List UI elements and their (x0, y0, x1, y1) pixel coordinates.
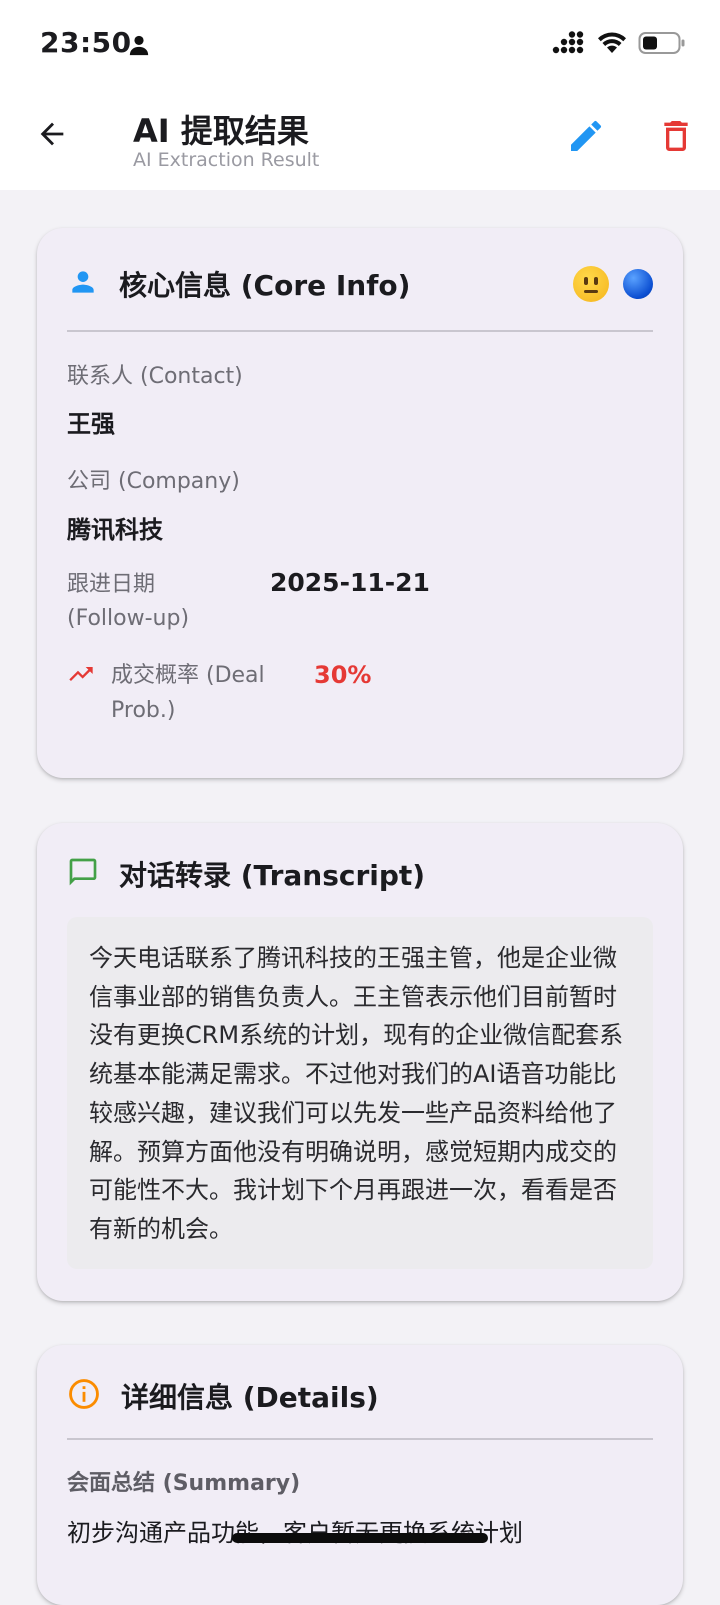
company-label: 公司 (Company) (67, 469, 240, 494)
cellular-signal-icon (552, 31, 586, 59)
status-time: 23:50 (40, 26, 132, 59)
followup-label-line1: 跟进日期 (67, 572, 156, 597)
divider (67, 330, 653, 332)
deal-prob-label-line1: 成交概率 (Deal (111, 663, 265, 688)
company-value: 腾讯科技 (67, 516, 163, 544)
followup-value: 2025-11-21 (270, 568, 430, 597)
neutral-face-icon (573, 266, 609, 302)
deal-prob-label: 成交概率 (Deal Prob.) (111, 658, 265, 728)
page-subtitle: AI Extraction Result (133, 149, 320, 171)
details-header: 详细信息 (Details) (67, 1376, 653, 1416)
info-icon (67, 1377, 101, 1415)
battery-icon (638, 30, 686, 60)
summary-label: 会面总结 (Summary) (67, 1471, 301, 1496)
chat-bubble-icon (67, 856, 99, 892)
status-bar: 23:50 (0, 0, 720, 92)
trending-up-icon (67, 660, 95, 692)
transcript-card: 对话转录 (Transcript) 今天电话联系了腾讯科技的王强主管，他是企业微… (37, 823, 683, 1301)
details-title: 详细信息 (Details) (121, 1381, 379, 1414)
transcript-box: 今天电话联系了腾讯科技的王强主管，他是企业微信事业部的销售负责人。王主管表示他们… (67, 917, 653, 1269)
person-icon (67, 266, 99, 302)
transcript-title: 对话转录 (Transcript) (119, 859, 426, 892)
back-button[interactable] (28, 112, 76, 160)
home-indicator[interactable] (232, 1533, 488, 1543)
transcript-text: 今天电话联系了腾讯科技的王强主管，他是企业微信事业部的销售负责人。王主管表示他们… (89, 944, 624, 1243)
page-title: AI 提取结果 (133, 112, 309, 150)
contact-value: 王强 (67, 410, 115, 438)
trash-icon (656, 116, 696, 160)
core-info-card: 核心信息 (Core Info) 联系人 (Contact) 王强 公司 (Co… (37, 228, 683, 778)
app-bar: AI 提取结果 AI Extraction Result (0, 92, 720, 190)
contact-label: 联系人 (Contact) (67, 364, 243, 389)
edit-button[interactable] (562, 114, 610, 162)
arrow-back-icon (35, 117, 69, 155)
wifi-icon (596, 31, 628, 59)
deal-prob-value: 30% (314, 661, 372, 689)
details-card: 详细信息 (Details) 会面总结 (Summary) 初步沟通产品功能，客… (37, 1345, 683, 1605)
delete-button[interactable] (652, 114, 700, 162)
divider (67, 1438, 653, 1440)
status-indicators (552, 30, 686, 60)
deal-prob-label-line2: Prob.) (111, 698, 176, 723)
core-info-title: 核心信息 (Core Info) (119, 269, 411, 302)
followup-label-line2: (Follow-up) (67, 606, 190, 631)
followup-label: 跟进日期 (Follow-up) (67, 568, 189, 636)
blue-circle-icon (623, 269, 653, 299)
transcript-header: 对话转录 (Transcript) (67, 854, 653, 894)
edit-pencil-icon (566, 116, 606, 160)
person-icon (128, 34, 150, 60)
core-info-header: 核心信息 (Core Info) (67, 264, 653, 304)
